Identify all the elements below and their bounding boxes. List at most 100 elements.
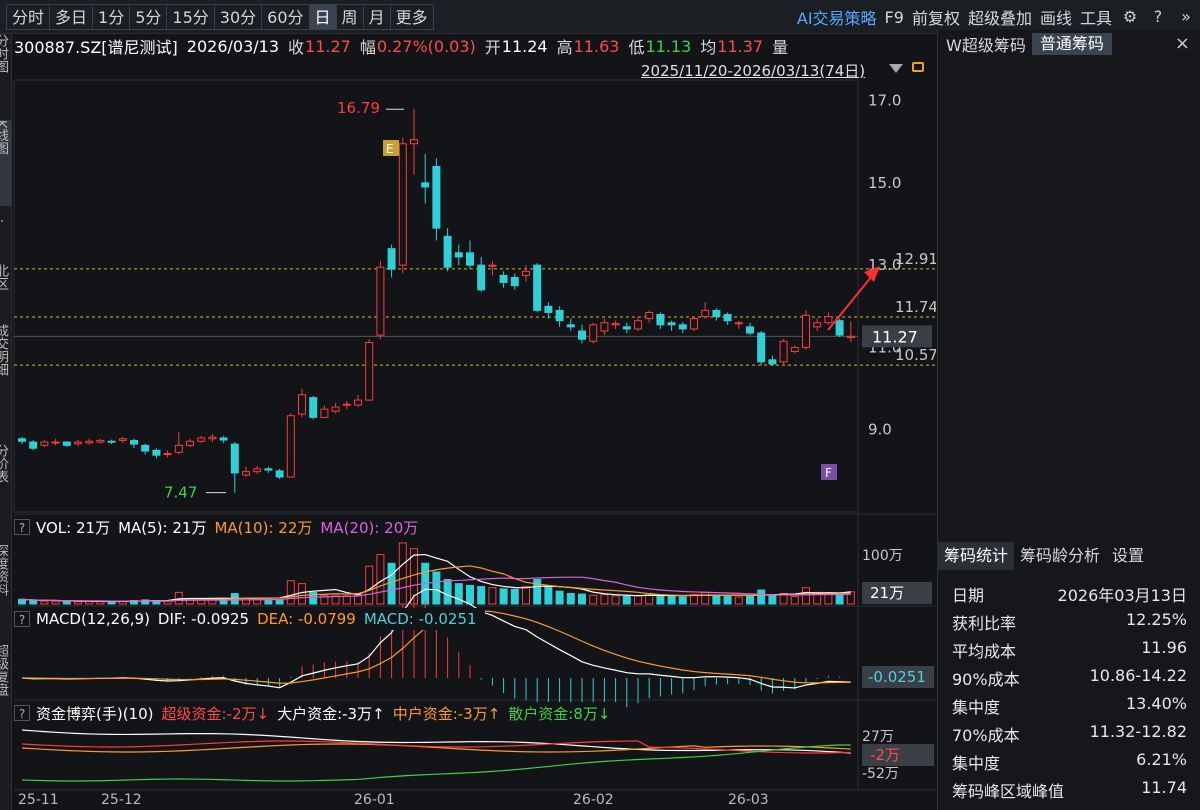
vol-ma20: MA(20): 20万 — [320, 518, 419, 537]
volume-bar — [835, 594, 844, 605]
tab-super-chip[interactable]: W超级筹码 — [946, 32, 1026, 56]
candle-body — [118, 438, 127, 441]
candle-body — [701, 309, 710, 318]
volume-bar — [634, 595, 642, 605]
vol-axis-top: 100万 — [862, 548, 903, 564]
fund-panel-header: ? 资金博弈(手)(10) 超级资金:-2万↓ 大户资金:-3万↑ 中户资金:-… — [14, 702, 619, 724]
candle-body — [264, 468, 273, 471]
candle-body — [779, 340, 788, 363]
stat-row: 集中度 13.40% — [952, 694, 1187, 718]
candle-body — [802, 314, 810, 348]
candle-body — [835, 320, 844, 336]
macd-dea: DEA: -0.0799 — [257, 610, 356, 628]
candle-body — [365, 341, 374, 401]
volume-bar — [443, 579, 452, 605]
double-chevron-right-icon[interactable]: » — [1175, 6, 1197, 28]
candle-body — [488, 264, 497, 267]
tools-button[interactable]: 工具 — [1080, 5, 1112, 29]
volume-bar — [174, 591, 183, 605]
kline-chart[interactable]: 17.015.013.011.09.012.9111.7410.57筹码峰区域上… — [0, 0, 936, 810]
fund-axis-bottom: -52万 — [862, 766, 899, 782]
stat-label: 筹码峰区域峰值 — [952, 782, 1065, 801]
close-icon[interactable]: × — [1175, 33, 1190, 54]
stat-row: 获利比率 12.25% — [952, 610, 1187, 634]
candle-body — [40, 441, 49, 446]
candle-body — [286, 415, 295, 478]
candle-body — [107, 440, 116, 443]
candle-body — [734, 322, 743, 325]
gear-icon[interactable]: ⚙ — [1119, 6, 1141, 28]
fund-axis-top: 27万 — [862, 729, 894, 745]
stat-tab-1[interactable]: 筹码龄分析 — [1014, 542, 1106, 570]
candle-body — [622, 326, 631, 330]
candle-body — [51, 441, 60, 444]
volume-bar — [275, 599, 284, 605]
help-icon[interactable]: ? — [1147, 6, 1169, 28]
candle-body — [62, 441, 71, 446]
candle-body — [298, 394, 306, 415]
candle-body — [376, 266, 385, 336]
candle-body — [824, 316, 833, 324]
price-tick: 15.0 — [868, 174, 901, 192]
chip-tabs: W超级筹码 普通筹码 — [946, 32, 1112, 56]
candle-body — [152, 449, 161, 456]
lower-line-label: 10.57 — [895, 346, 936, 364]
date-tick: 26-02 — [573, 792, 614, 808]
stat-row: 90%成本 10.86-14.22 — [952, 666, 1187, 690]
candle-body — [578, 330, 586, 340]
price-tick: 9.0 — [868, 421, 892, 439]
candle-body — [566, 324, 575, 328]
volume-bar — [768, 594, 777, 605]
stat-tab-0[interactable]: 筹码统计 — [938, 542, 1015, 570]
candle-body — [678, 324, 687, 330]
date-tick: 25-11 — [18, 792, 59, 808]
macd-help-icon[interactable]: ? — [14, 611, 30, 627]
fund-title: 资金博弈(手)(10) — [36, 704, 154, 723]
volume-bar — [40, 600, 49, 605]
date-tick: 26-03 — [728, 792, 769, 808]
stat-tabs: 筹码统计 筹码龄分析 设置 — [938, 542, 1200, 570]
stat-label: 平均成本 — [952, 642, 1017, 661]
stat-value: 12.25% — [1125, 610, 1187, 629]
candle-body — [544, 305, 553, 313]
candle-body — [611, 323, 620, 326]
stat-value: 6.21% — [1136, 750, 1187, 769]
date-tick: 26-01 — [354, 792, 395, 808]
stat-tab-2[interactable]: 设置 — [1106, 542, 1150, 570]
tab-normal-chip[interactable]: 普通筹码 — [1031, 33, 1112, 55]
vol-panel-header: ? VOL: 21万 MA(5): 21万 MA(10): 22万 MA(20)… — [14, 516, 427, 538]
stat-row: 筹码峰区域峰值 11.74 — [952, 778, 1187, 802]
vol-current-label: 21万 — [870, 584, 904, 602]
volume-bar — [656, 594, 665, 605]
candle-body — [74, 441, 82, 445]
candle-body — [387, 248, 396, 270]
volume-bar — [600, 594, 609, 605]
stat-label: 集中度 — [952, 754, 1001, 773]
stat-value: 2026年03月13日 — [1057, 586, 1187, 605]
candle-body — [421, 182, 430, 188]
macd-panel-header: ? MACD(12,26,9) DIF: -0.0925 DEA: -0.079… — [14, 608, 485, 630]
trend-arrow — [827, 275, 873, 331]
min-price-label: 7.47 — [164, 484, 197, 502]
macd-current-label: -0.0251 — [868, 668, 926, 686]
candle-body — [846, 335, 855, 339]
vol-help-icon[interactable]: ? — [14, 519, 30, 535]
candle-body — [522, 270, 530, 276]
volume-bar — [454, 583, 463, 605]
candle-body — [510, 276, 519, 287]
upper-line-label: 12.91 — [895, 250, 936, 268]
volume-bar — [398, 542, 407, 605]
volume-bar — [298, 583, 306, 605]
draw-button[interactable]: 画线 — [1040, 5, 1072, 29]
stat-value: 13.40% — [1125, 694, 1187, 713]
current-price-label: 11.27 — [872, 327, 918, 346]
candle-body — [723, 314, 732, 322]
candle-body — [219, 437, 228, 441]
volume-bar — [678, 596, 687, 605]
candle-body — [96, 439, 105, 443]
fund-help-icon[interactable]: ? — [14, 705, 30, 721]
volume-bar — [342, 595, 351, 605]
candle-body — [163, 453, 172, 456]
candle-body — [253, 468, 262, 473]
overlay-button[interactable]: 超级叠加 — [968, 5, 1032, 29]
